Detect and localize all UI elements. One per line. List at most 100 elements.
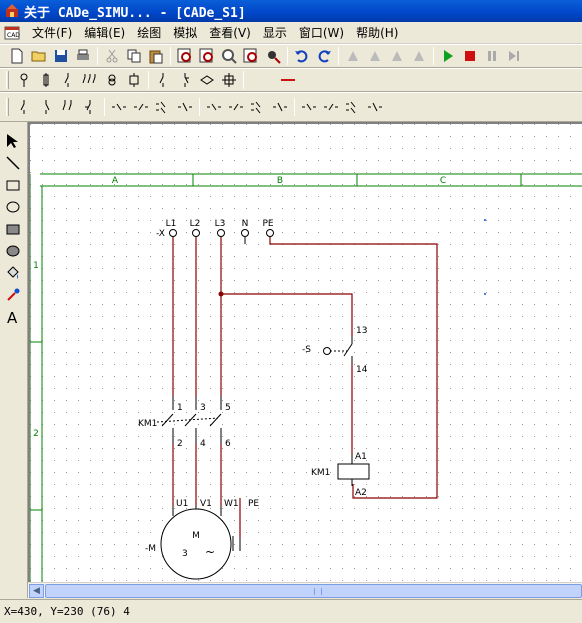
select-arrow-icon[interactable] xyxy=(0,130,26,152)
separator xyxy=(170,47,171,65)
limit-switch-no-icon[interactable] xyxy=(203,96,225,118)
rectangle-tool-icon[interactable] xyxy=(0,174,26,196)
pan-icon[interactable] xyxy=(262,45,284,67)
contact-no-icon[interactable] xyxy=(13,96,35,118)
zoom-all-icon[interactable] xyxy=(240,45,262,67)
menu-file[interactable]: 文件(F) xyxy=(26,24,78,41)
timer-contact-triple-icon[interactable] xyxy=(364,96,386,118)
menu-edit[interactable]: 编辑(E) xyxy=(78,24,131,41)
toolbar-grip[interactable] xyxy=(6,71,9,89)
pushbutton-nc-icon[interactable] xyxy=(130,96,152,118)
open-folder-icon[interactable] xyxy=(28,45,50,67)
pushbutton-triple-icon[interactable] xyxy=(174,96,196,118)
switch-nc-icon[interactable] xyxy=(174,69,196,91)
schematic[interactable]: A B C 1 2 -X L1 L2 L3 N PE -S 13 14 KM1 … xyxy=(30,124,582,582)
step-icon[interactable] xyxy=(503,45,525,67)
menu-simulate[interactable]: 模拟 xyxy=(167,24,203,41)
junction-icon[interactable] xyxy=(218,69,240,91)
motor-terminal-v1: V1 xyxy=(200,499,212,509)
terminal-n[interactable] xyxy=(241,229,249,237)
timer-contact-nc-icon[interactable] xyxy=(320,96,342,118)
separator-line-icon[interactable] xyxy=(247,69,277,91)
column-label-a: A xyxy=(112,176,119,186)
contactor-pin-3: 3 xyxy=(200,403,206,413)
terminal-l1[interactable] xyxy=(169,229,177,237)
menu-view[interactable]: 查看(V) xyxy=(203,24,257,41)
switch-no-icon[interactable] xyxy=(152,69,174,91)
menu-help[interactable]: 帮助(H) xyxy=(350,24,404,41)
ellipse-tool-icon[interactable] xyxy=(0,196,26,218)
align-left-icon[interactable] xyxy=(342,45,364,67)
terminal-icon[interactable] xyxy=(13,69,35,91)
wire-junction xyxy=(218,291,224,297)
align-top-icon[interactable] xyxy=(386,45,408,67)
pushbutton-double-icon[interactable] xyxy=(152,96,174,118)
terminal-designation: -X xyxy=(156,229,165,239)
scroll-thumb[interactable] xyxy=(45,584,582,598)
redo-icon[interactable] xyxy=(313,45,335,67)
new-file-icon[interactable] xyxy=(6,45,28,67)
switch-pin-14: 14 xyxy=(356,365,368,375)
diode-icon[interactable] xyxy=(196,69,218,91)
fuse-icon[interactable] xyxy=(35,69,57,91)
terminal-label-l2: L2 xyxy=(190,219,201,229)
align-right-icon[interactable] xyxy=(364,45,386,67)
toolbar-grip[interactable] xyxy=(6,98,9,116)
align-bottom-icon[interactable] xyxy=(408,45,430,67)
document-icon[interactable]: CAD xyxy=(4,25,20,41)
copy-icon[interactable] xyxy=(123,45,145,67)
contactor-designation: KM1 xyxy=(138,419,157,429)
menu-display[interactable]: 显示 xyxy=(257,24,293,41)
separator xyxy=(97,47,98,65)
switch-designation: -S xyxy=(302,345,311,355)
limit-switch-triple-icon[interactable] xyxy=(269,96,291,118)
zoom-out-icon[interactable] xyxy=(196,45,218,67)
limit-switch-nc-icon[interactable] xyxy=(225,96,247,118)
terminal-l3[interactable] xyxy=(217,229,225,237)
standard-toolbar xyxy=(0,44,582,68)
line-tool-icon[interactable] xyxy=(0,152,26,174)
pause-icon[interactable] xyxy=(481,45,503,67)
separator xyxy=(199,98,200,116)
three-pole-switch-icon[interactable] xyxy=(79,69,101,91)
zoom-window-icon[interactable] xyxy=(218,45,240,67)
motor-designation: -M xyxy=(145,544,156,554)
pushbutton-no-icon[interactable] xyxy=(108,96,130,118)
menu-draw[interactable]: 绘图 xyxy=(131,24,167,41)
contact-double-icon[interactable] xyxy=(57,96,79,118)
drawing-canvas[interactable]: A B C 1 2 -X L1 L2 L3 N PE -S 13 14 KM1 … xyxy=(28,122,582,582)
zoom-in-icon[interactable] xyxy=(174,45,196,67)
timer-contact-double-icon[interactable] xyxy=(342,96,364,118)
red-wire-icon[interactable] xyxy=(277,69,299,91)
print-icon[interactable] xyxy=(72,45,94,67)
limit-switch-double-icon[interactable] xyxy=(247,96,269,118)
disconnector-icon[interactable] xyxy=(57,69,79,91)
terminal-l2[interactable] xyxy=(192,229,200,237)
contactor-pin-5: 5 xyxy=(225,403,231,413)
transformer-icon[interactable] xyxy=(101,69,123,91)
cut-icon[interactable] xyxy=(101,45,123,67)
battery-icon[interactable] xyxy=(123,69,145,91)
text-tool-icon[interactable]: A xyxy=(0,306,26,328)
timer-contact-no-icon[interactable] xyxy=(298,96,320,118)
contact-pushbutton-icon[interactable] xyxy=(79,96,101,118)
horizontal-scrollbar[interactable]: ◀ xyxy=(28,582,582,598)
paste-icon[interactable] xyxy=(145,45,167,67)
undo-icon[interactable] xyxy=(291,45,313,67)
terminal-pe[interactable] xyxy=(266,229,274,237)
filled-rectangle-icon[interactable] xyxy=(0,218,26,240)
color-picker-icon[interactable] xyxy=(0,284,26,306)
svg-text:A: A xyxy=(7,309,18,325)
contact-nc-icon[interactable] xyxy=(35,96,57,118)
save-icon[interactable] xyxy=(50,45,72,67)
fill-bucket-icon[interactable] xyxy=(0,262,26,284)
menu-window[interactable]: 窗口(W) xyxy=(293,24,350,41)
play-icon[interactable] xyxy=(437,45,459,67)
stop-icon[interactable] xyxy=(459,45,481,67)
scroll-left-arrow[interactable]: ◀ xyxy=(29,584,44,598)
row-label-1: 1 xyxy=(33,261,39,271)
filled-ellipse-icon[interactable] xyxy=(0,240,26,262)
terminal-label-l1: L1 xyxy=(166,219,177,229)
column-label-b: B xyxy=(277,176,283,186)
switch-pin-13: 13 xyxy=(356,326,367,336)
